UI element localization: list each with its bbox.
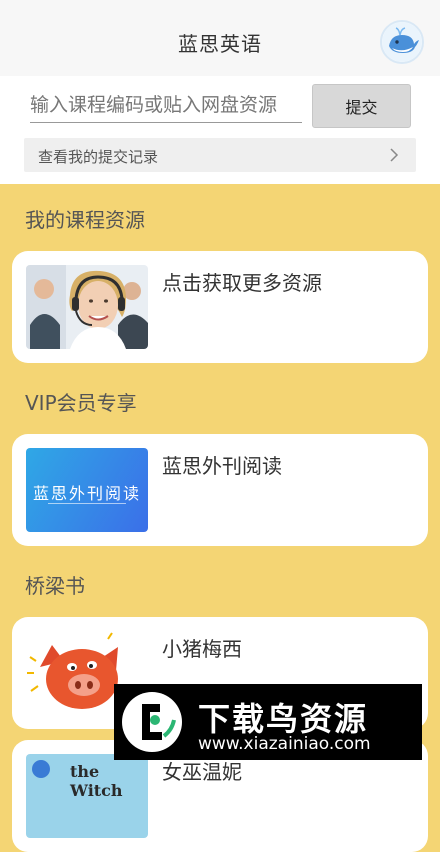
thumb-subtitle-line [48, 503, 126, 504]
vip-card-lexile-reading[interactable]: 蓝思外刊阅读 蓝思外刊阅读 [12, 434, 428, 546]
card-title-lexile-reading: 蓝思外刊阅读 [162, 454, 282, 478]
submit-button[interactable]: 提交 [312, 84, 411, 128]
page-title: 蓝思英语 [178, 32, 262, 56]
watermark-url: www.xiazainiao.com [198, 734, 371, 754]
course-card-more-resources[interactable]: 点击获取更多资源 [12, 251, 428, 363]
lexile-reading-thumb-text: 蓝思外刊阅读 [32, 484, 141, 503]
submission-history-link[interactable]: 查看我的提交记录 [24, 138, 416, 172]
whale-icon [382, 22, 422, 62]
section-title-bridge-books: 桥梁书 [25, 574, 85, 598]
submission-history-label: 查看我的提交记录 [38, 148, 159, 166]
card-title-more-resources: 点击获取更多资源 [162, 271, 322, 295]
section-title-my-courses: 我的课程资源 [25, 208, 145, 232]
witch-thumb-text: the Witch [70, 762, 123, 800]
course-code-input[interactable] [30, 88, 302, 123]
card-title-pig-maisie: 小猪梅西 [162, 637, 242, 661]
lexile-reading-thumbnail: 蓝思外刊阅读 [26, 448, 148, 532]
cd-badge [32, 760, 50, 778]
card-title-winnie-witch: 女巫温妮 [162, 760, 242, 784]
customer-service-thumbnail [26, 265, 148, 349]
section-title-vip: VIP会员专享 [25, 391, 137, 415]
app-header: 蓝思英语 [0, 0, 440, 76]
avatar[interactable] [380, 20, 424, 64]
bird-logo-icon [122, 692, 182, 752]
watermark-banner: 下载鸟资源 www.xiazainiao.com [114, 684, 422, 760]
chevron-right-icon [390, 148, 399, 162]
witch-thumbnail: the Witch [26, 754, 148, 838]
